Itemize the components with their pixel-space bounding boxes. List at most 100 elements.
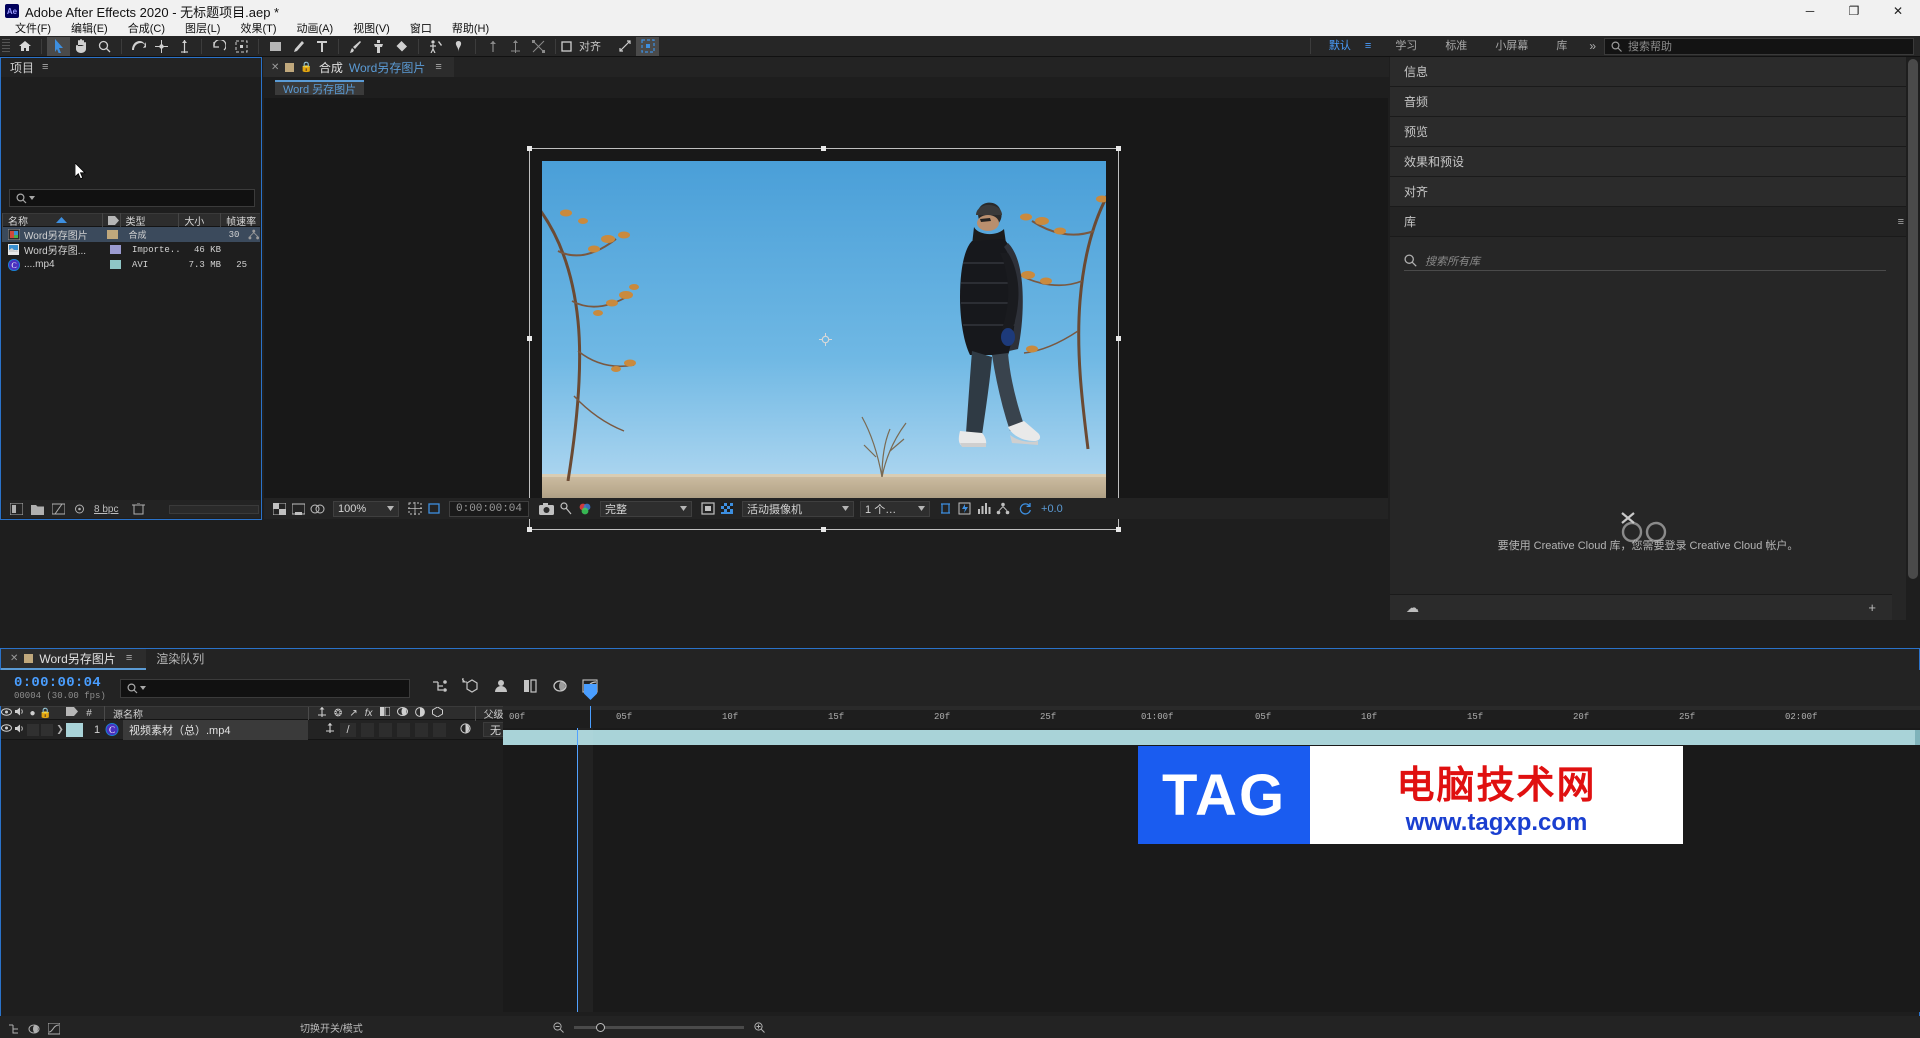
new-comp-icon[interactable] (10, 503, 23, 515)
layer-lock-toggle[interactable] (41, 723, 53, 736)
project-settings-icon[interactable] (73, 503, 86, 515)
menu-effect[interactable]: 效果(T) (230, 22, 286, 36)
help-search-input[interactable]: 搜索帮助 (1604, 37, 1914, 55)
hide-shy-layers-icon[interactable] (493, 679, 509, 698)
right-dock-scrollbar[interactable] (1906, 57, 1920, 646)
layer-bar-end-handle[interactable] (1915, 730, 1920, 745)
cloud-sync-icon[interactable]: ☁ (1406, 600, 1419, 616)
label-swatch[interactable] (110, 260, 121, 269)
workspace-menu-icon[interactable]: ≡ (1365, 40, 1381, 52)
label-swatch[interactable] (110, 245, 121, 254)
column-label-tag[interactable] (101, 213, 120, 227)
anchor-point-tool-icon[interactable] (150, 37, 173, 56)
panel-preview[interactable]: 预览 (1390, 117, 1920, 147)
delete-icon[interactable] (132, 503, 146, 515)
composition-mini-flowchart-icon[interactable] (432, 679, 448, 698)
timeline-zoom-slider[interactable] (573, 1022, 744, 1032)
roto-brush-tool-icon[interactable] (424, 37, 447, 56)
workspace-default[interactable]: 默认 (1315, 36, 1365, 57)
adjustment-switch-icon[interactable] (414, 706, 425, 720)
show-snapshot-icon[interactable] (556, 500, 575, 517)
panel-audio[interactable]: 音频 (1390, 87, 1920, 117)
motion-blur-icon[interactable] (552, 679, 568, 698)
project-item-row[interactable]: Word另存图... Importe...G 46 KB (2, 242, 260, 257)
quality-switch-icon[interactable]: ↗ (349, 708, 357, 719)
layer-duration-bar[interactable] (503, 730, 1915, 745)
transparency-checker-icon[interactable] (717, 500, 736, 517)
column-type[interactable]: 类型 (119, 213, 179, 227)
enable-frame-blending-icon[interactable] (523, 678, 538, 698)
current-time-display[interactable]: 0:00:00:04 (449, 500, 530, 517)
view-count-select[interactable]: 1 个… (860, 500, 931, 517)
shy-switch-icon[interactable] (317, 706, 327, 720)
layer-motion-blur-switch[interactable] (397, 722, 410, 737)
timeline-current-time[interactable]: 0:00:00:04 00004 (30.00 fps) (14, 675, 106, 701)
new-folder-icon[interactable] (31, 503, 44, 515)
toggle-view-layout-icon[interactable] (698, 500, 717, 517)
comp-flowchart-icon[interactable] (993, 500, 1012, 517)
zoom-out-icon[interactable] (553, 1021, 564, 1033)
effects-switch-icon[interactable]: fx (365, 708, 373, 719)
timeline-search-input[interactable] (119, 678, 410, 698)
timeline-tab-composition[interactable]: ✕ Word另存图片 ≡ (0, 648, 147, 670)
layer-quality-switch[interactable]: / (340, 722, 356, 737)
composition-viewer-stage[interactable] (264, 98, 1388, 532)
draft-3d-icon[interactable] (461, 678, 479, 698)
pan-behind-tool-icon[interactable] (173, 37, 196, 56)
layer-adjustment-switch[interactable] (415, 722, 428, 737)
panel-libraries[interactable]: 库 ≡ (1390, 207, 1920, 237)
toggle-channel-icon[interactable] (308, 500, 327, 517)
brush-tool-icon[interactable] (344, 37, 367, 56)
snapping-toggle[interactable]: 对齐 (561, 38, 601, 54)
mask-tool-icon[interactable] (230, 37, 253, 56)
panel-info[interactable]: 信息 (1390, 57, 1920, 87)
layer-solo-toggle[interactable] (27, 723, 39, 736)
column-source-name[interactable]: 源名称 (104, 705, 143, 721)
distribute-icon[interactable] (527, 37, 550, 56)
clone-stamp-tool-icon[interactable] (367, 37, 390, 56)
timeline-tab-render-queue[interactable]: 渲染队列 (146, 648, 214, 670)
frame-blend-switch-icon[interactable] (379, 706, 391, 719)
timeline-ruler[interactable]: 00f 05f 10f 15f 20f 25f 01:00f 05f 10f 1… (503, 684, 1920, 954)
menu-window[interactable]: 窗口 (400, 22, 442, 36)
grid-guides-icon[interactable] (405, 500, 424, 517)
menu-edit[interactable]: 编辑(E) (61, 22, 118, 36)
color-depth-label[interactable]: 8 bpc (94, 504, 118, 515)
undo-arrow-icon[interactable] (207, 37, 230, 56)
menu-file[interactable]: 文件(F) (5, 22, 61, 36)
layer-effects-switch[interactable] (361, 722, 374, 737)
column-framerate[interactable]: 帧速率 (220, 213, 260, 227)
timeline-jump-icon[interactable] (974, 500, 993, 517)
composition-mini-flowchart-icon[interactable] (8, 1023, 20, 1035)
menu-help[interactable]: 帮助(H) (442, 22, 499, 36)
layer-frame-blend-switch[interactable] (379, 722, 392, 737)
column-name[interactable]: 名称 (2, 213, 102, 227)
project-panel-menu-icon[interactable]: ≡ (38, 61, 52, 73)
solo-column-icon[interactable]: ● (26, 708, 39, 719)
add-library-icon[interactable]: + (1868, 600, 1876, 615)
rotation-tool-icon[interactable] (127, 37, 150, 56)
new-adjustment-icon[interactable] (52, 503, 65, 515)
panel-align[interactable]: 对齐 (1390, 177, 1920, 207)
layer-3d-switch[interactable] (433, 722, 446, 737)
snap-to-grid-icon[interactable] (636, 36, 659, 56)
shape-tool-icon[interactable] (264, 37, 287, 56)
exposure-value[interactable]: +0.0 (1035, 503, 1063, 515)
fast-preview-icon[interactable] (955, 500, 974, 517)
menu-layer[interactable]: 图层(L) (175, 22, 230, 36)
motion-blur-switch-icon[interactable] (396, 707, 408, 719)
right-dock-scroll-thumb[interactable] (1908, 59, 1918, 579)
composition-panel-menu-icon[interactable]: ≡ (431, 61, 445, 73)
region-of-interest-icon[interactable] (424, 500, 443, 517)
home-icon[interactable] (13, 37, 36, 56)
library-search-input[interactable]: 搜索所有库 (1404, 251, 1886, 271)
workspace-learn[interactable]: 学习 (1381, 36, 1431, 57)
hand-tool-icon[interactable] (70, 37, 93, 56)
zoom-tool-icon[interactable] (93, 37, 116, 56)
workspace-overflow-icon[interactable]: » (1581, 39, 1604, 53)
zoom-in-icon[interactable] (754, 1021, 765, 1033)
menu-view[interactable]: 视图(V) (343, 22, 400, 36)
show-channel-icon[interactable] (575, 500, 594, 517)
motion-blur-toggle-icon[interactable] (28, 1023, 40, 1035)
timeline-panel-menu-icon[interactable]: ≡ (122, 652, 136, 664)
